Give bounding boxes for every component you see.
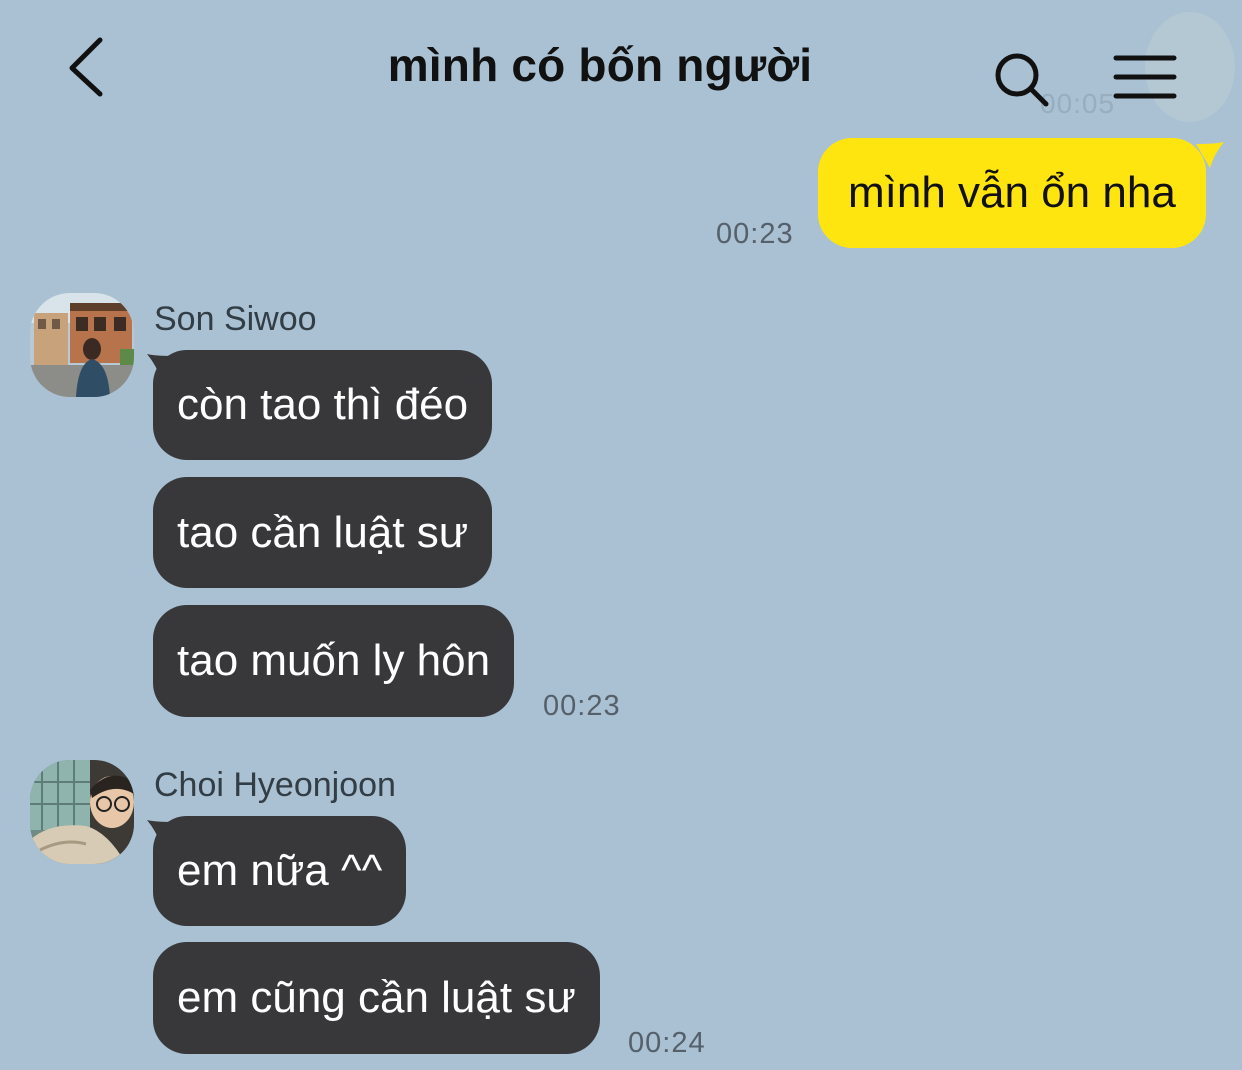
- incoming-message-bubble[interactable]: tao muốn ly hôn: [153, 605, 515, 717]
- message-timestamp: 00:23: [543, 690, 621, 722]
- message-text: em nữa ^^: [177, 846, 383, 895]
- profile-photo: [30, 760, 134, 864]
- my-bubble-tail: [1196, 142, 1224, 168]
- incoming-message-bubble[interactable]: còn tao thì đéo: [153, 350, 493, 460]
- my-message-bubble[interactable]: mình vẫn ổn nha: [818, 138, 1206, 248]
- message-text: còn tao thì đéo: [177, 380, 469, 429]
- avatar-son-siwoo[interactable]: [30, 293, 134, 397]
- message-timestamp: 00:23: [716, 218, 794, 250]
- chat-title: mình có bốn người: [387, 39, 813, 91]
- profile-photo: [30, 293, 134, 397]
- chat-header: 00:05 mình có bốn người: [0, 0, 1242, 130]
- incoming-message-bubble[interactable]: tao cần luật sư: [153, 477, 493, 588]
- back-button[interactable]: [60, 32, 120, 102]
- chevron-left-icon: [69, 37, 103, 97]
- message-text: tao cần luật sư: [177, 507, 469, 557]
- hamburger-menu-icon: [1113, 55, 1177, 99]
- incoming-message-bubble[interactable]: em nữa ^^: [153, 816, 407, 926]
- incoming-message-bubble[interactable]: em cũng cần luật sư: [153, 942, 600, 1054]
- avatar-choi-hyeonjoon[interactable]: [30, 760, 134, 864]
- sender-name: Choi Hyeonjoon: [154, 766, 396, 804]
- sender-name: Son Siwoo: [154, 300, 317, 338]
- message-text: mình vẫn ổn nha: [848, 168, 1176, 217]
- search-icon: [995, 53, 1049, 107]
- message-text: em cũng cần luật sư: [177, 973, 576, 1022]
- message-timestamp: 00:24: [628, 1027, 706, 1059]
- search-button[interactable]: [990, 48, 1056, 114]
- menu-button[interactable]: [1110, 46, 1180, 106]
- message-text: tao muốn ly hôn: [177, 636, 491, 685]
